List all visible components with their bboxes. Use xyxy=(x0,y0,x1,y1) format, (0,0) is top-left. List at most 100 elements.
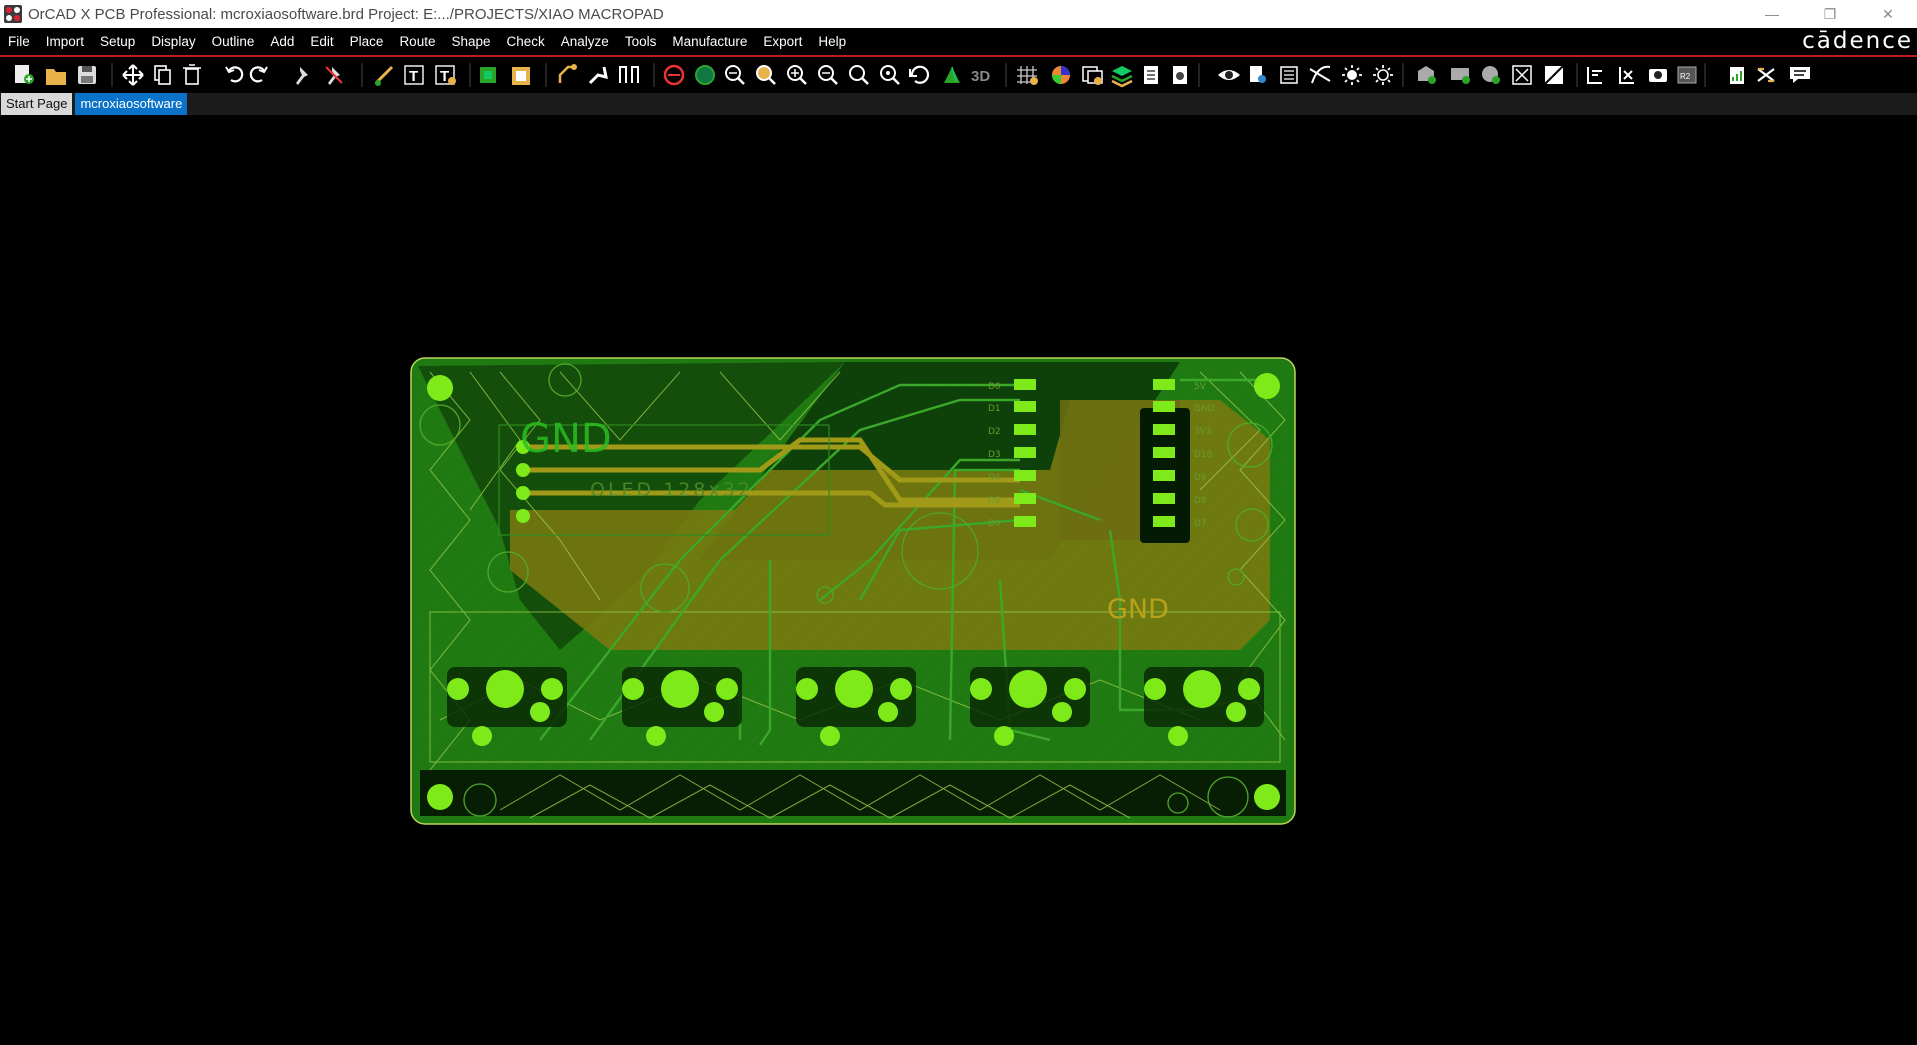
menu-add[interactable]: Add xyxy=(262,34,302,49)
swap-icon[interactable] xyxy=(1757,67,1775,83)
stackup-icon[interactable] xyxy=(1111,66,1133,88)
menu-import[interactable]: Import xyxy=(38,34,92,49)
toolbar: T T 3D R2 xyxy=(0,57,1917,93)
net-icon[interactable] xyxy=(695,65,715,85)
pin-label-5v: 5V xyxy=(1194,382,1207,392)
text-edit-icon[interactable]: T xyxy=(435,65,456,85)
layers-icon[interactable] xyxy=(1082,66,1103,85)
pin-label-d5: D5 xyxy=(988,496,1001,506)
route-connect-icon[interactable] xyxy=(558,64,577,83)
ratsnest-icon[interactable] xyxy=(1280,66,1298,84)
menu-route[interactable]: Route xyxy=(391,34,443,49)
shape-circle-icon[interactable] xyxy=(1482,66,1500,84)
pin-label-d2: D2 xyxy=(988,427,1001,437)
menu-manufacture[interactable]: Manufacture xyxy=(664,34,755,49)
draw-line-icon[interactable] xyxy=(374,65,394,86)
svg-text:T: T xyxy=(409,68,418,85)
menu-file[interactable]: File xyxy=(0,34,38,49)
redraw-icon[interactable] xyxy=(909,65,930,84)
shape-add-icon[interactable] xyxy=(1418,66,1436,84)
menu-edit[interactable]: Edit xyxy=(302,34,341,49)
gnd-label-right: GND xyxy=(1107,594,1169,625)
grid-icon[interactable] xyxy=(1017,66,1038,85)
window-title: OrCAD X PCB Professional: mcroxiaosoftwa… xyxy=(28,5,664,23)
comment-icon[interactable] xyxy=(1790,67,1810,83)
open-folder-icon[interactable] xyxy=(46,69,66,85)
pin-label-3v3: 3V3 xyxy=(1194,427,1212,437)
delete-icon[interactable] xyxy=(183,64,201,85)
menu-place[interactable]: Place xyxy=(342,34,392,49)
pin-label-d1: D1 xyxy=(988,404,1001,414)
zoom-window-icon[interactable] xyxy=(756,65,776,85)
menu-help[interactable]: Help xyxy=(810,34,854,49)
new-file-icon[interactable] xyxy=(15,65,34,84)
pin-label-gnd: GND xyxy=(1194,404,1215,414)
pin-label-d3: D3 xyxy=(988,450,1001,460)
zoom-world-icon[interactable] xyxy=(849,65,869,85)
3d-label[interactable]: 3D xyxy=(971,68,990,85)
unfix-pin-icon[interactable] xyxy=(325,66,343,85)
capture-icon[interactable] xyxy=(1649,69,1667,82)
unrats-icon[interactable] xyxy=(1309,65,1331,84)
shape-void-icon[interactable] xyxy=(1512,65,1532,85)
save-icon[interactable] xyxy=(78,66,96,84)
pin-label-d4: D4 xyxy=(988,473,1001,483)
delete-net-icon[interactable] xyxy=(1619,67,1634,84)
app-icon xyxy=(4,5,22,23)
close-button[interactable]: ✕ xyxy=(1859,0,1917,28)
place-chip-icon[interactable] xyxy=(512,67,530,85)
menu-export[interactable]: Export xyxy=(755,34,810,49)
tab-start-page[interactable]: Start Page xyxy=(1,93,73,115)
fix-pin-icon[interactable] xyxy=(296,67,308,85)
chart-icon[interactable] xyxy=(1730,67,1744,84)
menu-check[interactable]: Check xyxy=(499,34,553,49)
pin-label-d6: D6 xyxy=(988,519,1001,529)
highlight-icon[interactable] xyxy=(1342,65,1362,85)
cadence-logo: cādence xyxy=(1802,28,1913,54)
assign-net-icon[interactable] xyxy=(1587,67,1602,84)
slide-icon[interactable] xyxy=(588,66,608,85)
color-icon[interactable] xyxy=(1052,66,1070,84)
gnd-label-top: GND xyxy=(520,416,612,462)
menu-bar: File Import Setup Display Outline Add Ed… xyxy=(0,28,1917,57)
menu-analyze[interactable]: Analyze xyxy=(553,34,617,49)
minimize-button[interactable]: — xyxy=(1743,0,1801,28)
pin-label-d8: D8 xyxy=(1194,496,1207,506)
zoom-out-icon[interactable] xyxy=(818,65,838,85)
svg-text:R2: R2 xyxy=(1680,72,1691,81)
menu-shape[interactable]: Shape xyxy=(443,34,498,49)
move-icon[interactable] xyxy=(122,64,144,86)
text-icon[interactable]: T xyxy=(404,65,424,85)
zoom-in-icon[interactable] xyxy=(787,65,807,85)
report-icon[interactable] xyxy=(1144,66,1158,84)
3d-view-icon[interactable] xyxy=(944,66,960,83)
pin-label-d9: D9 xyxy=(1194,473,1207,483)
menu-outline[interactable]: Outline xyxy=(204,34,263,49)
shape-slice-icon[interactable] xyxy=(1544,65,1564,85)
document-tabs: Start Page mcroxiaosoftware xyxy=(0,93,1917,115)
zoom-fit-icon[interactable] xyxy=(725,65,745,85)
copy-icon[interactable] xyxy=(154,65,171,85)
menu-setup[interactable]: Setup xyxy=(92,34,143,49)
redo-icon[interactable] xyxy=(249,66,268,83)
place-component-icon[interactable] xyxy=(480,67,496,83)
pcb-canvas[interactable]: D0 D1 D2 D3 D4 D5 D6 5V GND 3V3 D10 D9 D… xyxy=(0,115,1917,1045)
settings-icon[interactable] xyxy=(1173,66,1187,84)
undo-icon[interactable] xyxy=(225,66,244,83)
tab-mcroxiaosoftware[interactable]: mcroxiaosoftware xyxy=(75,93,188,115)
spread-icon[interactable] xyxy=(619,66,639,83)
shape-edit-icon[interactable] xyxy=(1451,68,1470,84)
visibility-icon[interactable] xyxy=(1218,70,1240,80)
refdes-icon[interactable]: R2 xyxy=(1677,66,1697,84)
title-bar: OrCAD X PCB Professional: mcroxiaosoftwa… xyxy=(0,0,1917,28)
pin-label-d0: D0 xyxy=(988,382,1001,392)
menu-tools[interactable]: Tools xyxy=(617,34,665,49)
drc-icon[interactable] xyxy=(663,64,685,86)
dehighlight-icon[interactable] xyxy=(1373,65,1393,85)
oled-label: OLED 128x32 xyxy=(590,479,753,501)
restore-button[interactable]: ❐ xyxy=(1801,0,1859,28)
zoom-center-icon[interactable] xyxy=(880,65,900,85)
find-icon[interactable] xyxy=(1250,66,1266,83)
menu-display[interactable]: Display xyxy=(143,34,203,49)
pin-label-d7: D7 xyxy=(1194,519,1207,529)
